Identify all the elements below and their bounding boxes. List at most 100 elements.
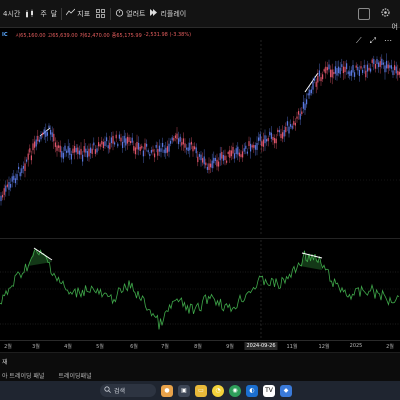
candle-body	[78, 150, 80, 155]
app-icon[interactable]: ◆	[280, 384, 292, 397]
candle-body	[13, 175, 15, 180]
edge-icon[interactable]: ◐	[246, 384, 258, 397]
candle-body	[94, 149, 96, 154]
candle-body	[117, 143, 119, 147]
candle-body	[174, 135, 176, 139]
candle-body	[181, 142, 183, 146]
candle-body	[392, 70, 394, 75]
candle-body	[50, 129, 52, 135]
candle-body	[72, 148, 74, 153]
candle-body	[59, 145, 61, 153]
taskbar-search[interactable]: 검색	[100, 384, 156, 397]
low-value: 저62,470.00	[79, 32, 110, 39]
candles-icon[interactable]	[24, 8, 36, 20]
alert-button[interactable]: 얼러트	[115, 8, 145, 19]
candle-body	[216, 159, 218, 167]
candle-body	[197, 156, 199, 163]
symbol-label[interactable]: IC	[2, 32, 8, 38]
settings-icon[interactable]	[380, 7, 391, 20]
layout-icon[interactable]	[358, 7, 370, 20]
search-icon	[104, 386, 111, 395]
candle-body	[293, 121, 295, 125]
candle-body	[75, 147, 77, 153]
candle-body	[82, 154, 84, 162]
trendline-left[interactable]	[39, 127, 51, 137]
price-chart[interactable]	[0, 40, 400, 236]
candle-body	[189, 142, 191, 151]
time-tick-label: 2025	[349, 343, 363, 349]
oscillator-chart[interactable]	[0, 240, 400, 338]
search-placeholder: 검색	[114, 388, 126, 395]
candle-body	[56, 145, 58, 151]
candle-body	[5, 185, 7, 192]
candle-body	[342, 66, 344, 74]
candle-body	[309, 89, 311, 96]
candle-body	[190, 141, 192, 145]
candle-body	[110, 137, 112, 144]
candle-body	[246, 151, 248, 154]
candle-body	[326, 67, 328, 71]
templates-icon[interactable]	[94, 8, 106, 20]
replay-button[interactable]: 리플레이	[149, 8, 186, 19]
time-axis[interactable]: 2024-09-26 2월 3월 4월 5월 6월 7월 8월 9월 11월 12월 2025 2월	[0, 340, 400, 352]
candle-body	[43, 129, 45, 135]
candle-body	[397, 70, 399, 76]
chrome-icon[interactable]: ◉	[229, 384, 241, 397]
candle-body	[184, 143, 186, 148]
candle-body	[250, 143, 252, 152]
timeframe-button[interactable]: 4시간	[3, 9, 20, 19]
candle-body	[26, 159, 28, 162]
candle-body	[339, 67, 341, 75]
candle-body	[330, 69, 332, 78]
candle-body	[37, 135, 39, 142]
candle-body	[390, 65, 392, 69]
candle-body	[312, 81, 314, 90]
candle-body	[214, 157, 216, 161]
candle-body	[107, 145, 109, 149]
candle-body	[219, 153, 221, 161]
candle-body	[136, 141, 138, 150]
candle-body	[139, 146, 141, 151]
candle-body	[74, 146, 76, 153]
candle-body	[142, 150, 144, 157]
candle-body	[173, 138, 175, 141]
alarm-icon	[115, 8, 124, 19]
bottom-tab[interactable]: 트레이딩패널	[58, 371, 91, 380]
indicators-button[interactable]: 지표	[65, 8, 90, 19]
candle-body	[40, 135, 42, 140]
layout-button[interactable]: 달	[51, 9, 57, 19]
candle-body	[306, 99, 308, 105]
candle-body	[202, 158, 204, 163]
candle-body	[341, 64, 343, 67]
panel-divider[interactable]	[0, 238, 400, 239]
tradingview-icon[interactable]: TV	[263, 384, 275, 397]
candle-body	[251, 145, 253, 148]
candle-body	[366, 64, 368, 72]
candle-body	[336, 68, 338, 76]
candle-body	[42, 133, 44, 136]
widget-icon[interactable]: ●	[161, 384, 173, 397]
bottom-tab[interactable]: 아 트레이딩 패널	[2, 371, 44, 380]
time-tick-label: 11월	[286, 344, 298, 350]
file-explorer-icon[interactable]: ▭	[195, 384, 207, 397]
candle-body	[45, 130, 47, 137]
task-view-icon[interactable]: ▣	[178, 384, 190, 397]
candle-body	[109, 142, 111, 150]
candle-body	[344, 66, 346, 73]
side-panel-label[interactable]: 어	[392, 22, 398, 32]
candle-body	[69, 147, 71, 155]
candle-body	[382, 62, 384, 65]
candle-body	[384, 65, 386, 73]
candle-body	[387, 64, 389, 69]
candle-body	[115, 134, 117, 139]
candle-body	[182, 138, 184, 145]
status-text[interactable]: 재	[2, 357, 8, 366]
candle-body	[229, 150, 231, 158]
candle-body	[128, 137, 130, 142]
candle-body	[235, 148, 237, 154]
kakaotalk-icon[interactable]: ◔	[212, 384, 224, 397]
chart-toolbar: 4시간 주 달 지표 얼러트 리플레이	[0, 0, 400, 28]
candle-body	[112, 135, 114, 144]
compare-button[interactable]: 주	[40, 9, 46, 19]
candle-body	[147, 150, 149, 153]
